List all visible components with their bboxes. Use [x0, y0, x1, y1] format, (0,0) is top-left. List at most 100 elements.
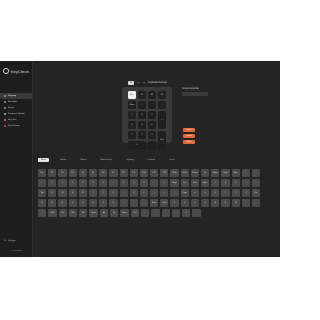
keycode-key[interactable]: R	[78, 189, 87, 197]
keycode-key[interactable]: N	[221, 199, 230, 207]
sidebar-item-key-remap[interactable]: Key Remap	[0, 123, 32, 129]
tab-media[interactable]: Media	[57, 158, 69, 162]
keycode-key[interactable]: F4	[78, 169, 87, 177]
keycode-key[interactable]: Caps	[180, 189, 189, 197]
keycode-key[interactable]: X	[180, 199, 189, 207]
keycode-key[interactable]: ,	[241, 199, 250, 207]
keycode-key[interactable]: F1	[48, 169, 57, 177]
keycode-key[interactable]: E	[68, 189, 77, 197]
reset-button[interactable]: Reset	[183, 128, 195, 132]
keycode-key[interactable]: U	[109, 189, 118, 197]
keycode-key[interactable]: F2	[58, 169, 67, 177]
keycode-key[interactable]: /	[38, 209, 47, 217]
keycode-key[interactable]: D	[58, 199, 67, 207]
keycode-key[interactable]: ;	[129, 199, 138, 207]
keycode-key[interactable]: F7	[109, 169, 118, 177]
keycode-key[interactable]: Ent	[251, 189, 261, 197]
numpad-key[interactable]: 9	[148, 111, 156, 119]
numpad-key[interactable]: 6	[148, 121, 156, 129]
keycode-key[interactable]: Alt	[99, 209, 109, 217]
keycode-key[interactable]: Alt	[79, 209, 88, 217]
keycode-key[interactable]: F11	[150, 169, 159, 177]
keycode-key[interactable]: Fn	[110, 209, 119, 217]
keycode-key[interactable]: *	[251, 169, 261, 177]
keycode-key[interactable]: `	[38, 179, 47, 187]
numpad-key[interactable]: 1	[128, 131, 136, 139]
keycode-key[interactable]: 7	[211, 179, 220, 187]
keycode-key[interactable]: Ctrl	[130, 209, 139, 217]
keycode-key[interactable]: F10	[139, 169, 149, 177]
keycode-key[interactable]: F	[68, 199, 77, 207]
numpad-key[interactable]: /	[138, 101, 146, 109]
numpad-key[interactable]: -	[158, 101, 166, 109]
keycode-key[interactable]: F12	[160, 169, 169, 177]
keycode-key[interactable]: \	[170, 189, 179, 197]
keycode-key[interactable]: M	[231, 199, 240, 207]
numpad-key[interactable]: 5	[138, 121, 146, 129]
keycode-key[interactable]: Win	[68, 209, 78, 217]
redo-icon[interactable]: ↷	[143, 81, 146, 85]
keycode-key[interactable]: 6	[211, 189, 220, 197]
keycode-key[interactable]: -	[241, 179, 250, 187]
keycode-key[interactable]: 6	[99, 179, 108, 187]
keycode-key[interactable]: Ins	[201, 169, 210, 177]
keycode-key[interactable]: Y	[99, 189, 108, 197]
keycode-key[interactable]: Ctrl	[58, 209, 67, 217]
keycode-key[interactable]: Home	[211, 169, 220, 177]
keycode-key[interactable]: F3	[68, 169, 77, 177]
keycode-key[interactable]: T	[88, 189, 98, 197]
keycode-key[interactable]: F5	[88, 169, 98, 177]
keycode-field[interactable]	[182, 92, 208, 96]
keycode-key[interactable]: →	[171, 209, 181, 217]
keycode-key[interactable]: S	[48, 199, 57, 207]
keycode-key[interactable]: PgUp	[221, 169, 230, 177]
keycode-key[interactable]: 2	[58, 179, 67, 187]
keycode-key[interactable]: =	[160, 179, 169, 187]
import-button[interactable]: Import	[183, 134, 195, 138]
keycode-key[interactable]: PgDn	[201, 179, 210, 187]
keycode-key[interactable]: Tab	[38, 189, 47, 197]
keycode-key[interactable]: ↑	[151, 209, 160, 217]
keycode-key[interactable]: 2	[231, 189, 240, 197]
numpad-key[interactable]: 4	[128, 121, 136, 129]
keycode-key[interactable]: .	[192, 209, 201, 217]
keycode-key[interactable]: 0	[182, 209, 191, 217]
keycode-key[interactable]: Bksp	[170, 179, 179, 187]
numpad-key[interactable]: .	[148, 141, 156, 149]
numpad-key[interactable]: F3	[158, 91, 166, 99]
keycode-key[interactable]: H	[88, 199, 98, 207]
keycode-key[interactable]: G	[78, 199, 87, 207]
keycode-key[interactable]: Enter	[150, 199, 159, 207]
keycode-key[interactable]: K	[109, 199, 118, 207]
keycode-key[interactable]: Pause	[190, 169, 199, 177]
keycode-key[interactable]: F8	[119, 169, 128, 177]
keycode-key[interactable]: ]	[160, 189, 169, 197]
keycode-key[interactable]: Esc	[38, 169, 47, 177]
keycode-key[interactable]: 5	[201, 189, 210, 197]
keycode-key[interactable]: F6	[99, 169, 108, 177]
tab-custom[interactable]: Custom	[145, 158, 159, 162]
keycode-key[interactable]: '	[139, 199, 149, 207]
undo-icon[interactable]: ↶	[137, 81, 140, 85]
keycode-key[interactable]: +	[251, 179, 261, 187]
keycode-key[interactable]: W	[58, 189, 67, 197]
keycode-key[interactable]: 9	[129, 179, 138, 187]
keycode-key[interactable]: Shift	[48, 209, 57, 217]
numpad-key[interactable]: 2	[138, 131, 146, 139]
keycode-key[interactable]: 1	[48, 179, 57, 187]
keycode-key[interactable]: I	[119, 189, 128, 197]
numpad-key[interactable]: *	[148, 101, 156, 109]
numpad-key[interactable]: 8	[138, 111, 146, 119]
keycode-key[interactable]: Z	[170, 199, 179, 207]
keycode-key[interactable]: 5	[88, 179, 98, 187]
keycode-key[interactable]: V	[201, 199, 210, 207]
numpad-key[interactable]: 3	[148, 131, 156, 139]
tab-lighting[interactable]: Lighting	[123, 158, 137, 162]
keycode-key[interactable]: Menu	[120, 209, 129, 217]
keycode-key[interactable]: O	[129, 189, 138, 197]
keycode-key[interactable]: .	[251, 199, 261, 207]
keycode-key[interactable]: F9	[129, 169, 138, 177]
keycode-key[interactable]: A	[38, 199, 47, 207]
numpad-key[interactable]: F2	[148, 91, 156, 99]
keycode-key[interactable]: ←	[140, 209, 150, 217]
